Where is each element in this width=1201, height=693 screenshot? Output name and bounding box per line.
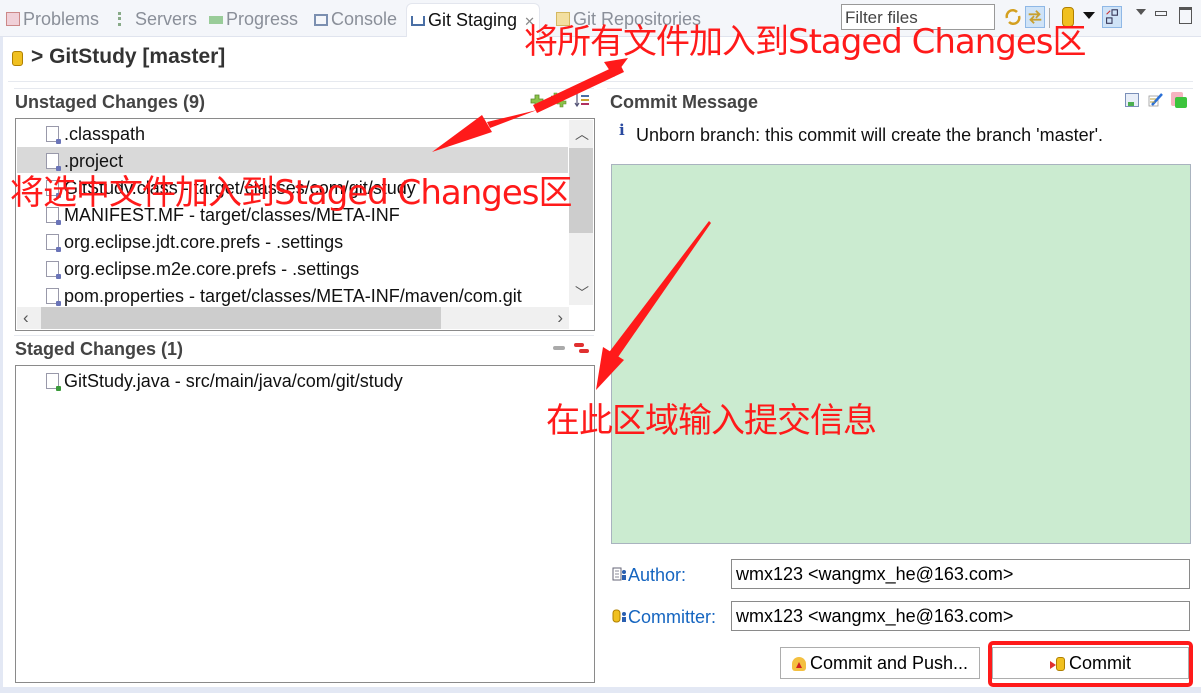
vertical-scrollbar[interactable]: ︿ ﹀ — [569, 120, 593, 305]
tab-progress[interactable]: Progress — [209, 5, 298, 33]
horizontal-scrollbar-thumb[interactable] — [41, 307, 441, 329]
presentation-mode-icon[interactable] — [1102, 6, 1122, 28]
tab-git-staging[interactable]: Git Staging ✕ — [406, 3, 540, 37]
tab-servers[interactable]: Servers — [118, 5, 197, 33]
scroll-down-icon[interactable]: ﹀ — [575, 283, 589, 303]
unstaged-item[interactable]: .classpath — [46, 121, 145, 147]
problems-icon — [6, 12, 20, 26]
staged-changes-title: Staged Changes (1) — [15, 339, 184, 359]
unstaged-changes-title: Unstaged Changes (9) — [15, 92, 206, 112]
committer-icon — [612, 609, 626, 623]
staged-changes-list[interactable]: GitStudy.java - src/main/java/com/git/st… — [15, 365, 595, 683]
annotation-stage-selected: 将选中文件加入到Staged Changes区 — [10, 173, 573, 213]
minimize-icon[interactable] — [1155, 11, 1167, 16]
collapse-icon[interactable] — [553, 346, 565, 350]
commit-message-input[interactable] — [611, 164, 1191, 544]
staged-item[interactable]: GitStudy.java - src/main/java/com/git/st… — [46, 368, 403, 394]
commit-and-push-button[interactable]: Commit and Push... — [780, 647, 980, 679]
add-all-to-index-icon[interactable] — [551, 92, 567, 108]
unstaged-item[interactable]: pom.properties - target/classes/META-INF… — [46, 283, 522, 309]
untracked-file-icon — [46, 288, 61, 306]
committer-label: Committer: — [628, 607, 717, 627]
add-to-index-icon[interactable] — [529, 93, 545, 109]
console-icon — [314, 14, 328, 26]
commit-message-title: Commit Message — [610, 92, 759, 112]
remove-from-index-icon[interactable] — [574, 341, 590, 355]
java-file-added-icon — [46, 373, 61, 391]
untracked-file-icon — [46, 261, 61, 279]
horizontal-scrollbar[interactable]: ‹ › — [17, 307, 569, 329]
section-divider — [607, 88, 1193, 89]
tab-console[interactable]: Console — [314, 5, 397, 33]
author-input[interactable]: wmx123 <wangmx_he@163.com> — [731, 559, 1190, 589]
unstaged-changes-list[interactable]: .classpath .project GitStudy.class - tar… — [15, 118, 595, 331]
repository-title: > GitStudy [master] — [12, 45, 225, 69]
maximize-icon[interactable] — [1179, 7, 1192, 24]
committer-input[interactable]: wmx123 <wangmx_he@163.com> — [731, 601, 1190, 631]
vertical-scrollbar-thumb[interactable] — [569, 148, 593, 233]
annotation-stage-all: 将所有文件加入到Staged Changes区 — [524, 22, 1087, 62]
git-staging-icon — [411, 16, 425, 26]
spell-check-icon[interactable] — [1125, 93, 1139, 107]
scroll-up-icon[interactable]: ︿ — [575, 124, 589, 144]
view-menu-icon[interactable] — [1136, 9, 1146, 15]
scroll-left-icon[interactable]: ‹ — [23, 307, 29, 329]
servers-icon — [118, 12, 132, 26]
add-signed-off-by-icon[interactable] — [1148, 92, 1164, 108]
progress-icon — [209, 16, 223, 24]
commit-icon — [1050, 650, 1065, 680]
unborn-branch-info: Unborn branch: this commit will create t… — [636, 125, 1104, 145]
untracked-file-icon — [46, 234, 61, 252]
untracked-file-icon — [46, 126, 61, 144]
section-divider — [14, 88, 594, 89]
info-icon: i — [619, 121, 625, 139]
annotation-enter-message: 在此区域输入提交信息 — [546, 401, 877, 441]
compare-icon[interactable] — [1171, 92, 1187, 108]
push-icon — [791, 657, 806, 671]
author-icon — [612, 567, 626, 581]
sort-icon[interactable] — [574, 92, 590, 108]
section-divider — [14, 335, 594, 336]
title-divider — [8, 81, 1193, 82]
unstaged-item[interactable]: org.eclipse.jdt.core.prefs - .settings — [46, 229, 343, 255]
unstaged-item[interactable]: org.eclipse.m2e.core.prefs - .settings — [46, 256, 359, 282]
repository-icon — [12, 51, 23, 66]
author-label: Author: — [628, 565, 687, 585]
commit-button[interactable]: Commit — [992, 647, 1189, 679]
scroll-right-icon[interactable]: › — [557, 307, 563, 329]
tab-problems[interactable]: Problems — [6, 5, 99, 33]
